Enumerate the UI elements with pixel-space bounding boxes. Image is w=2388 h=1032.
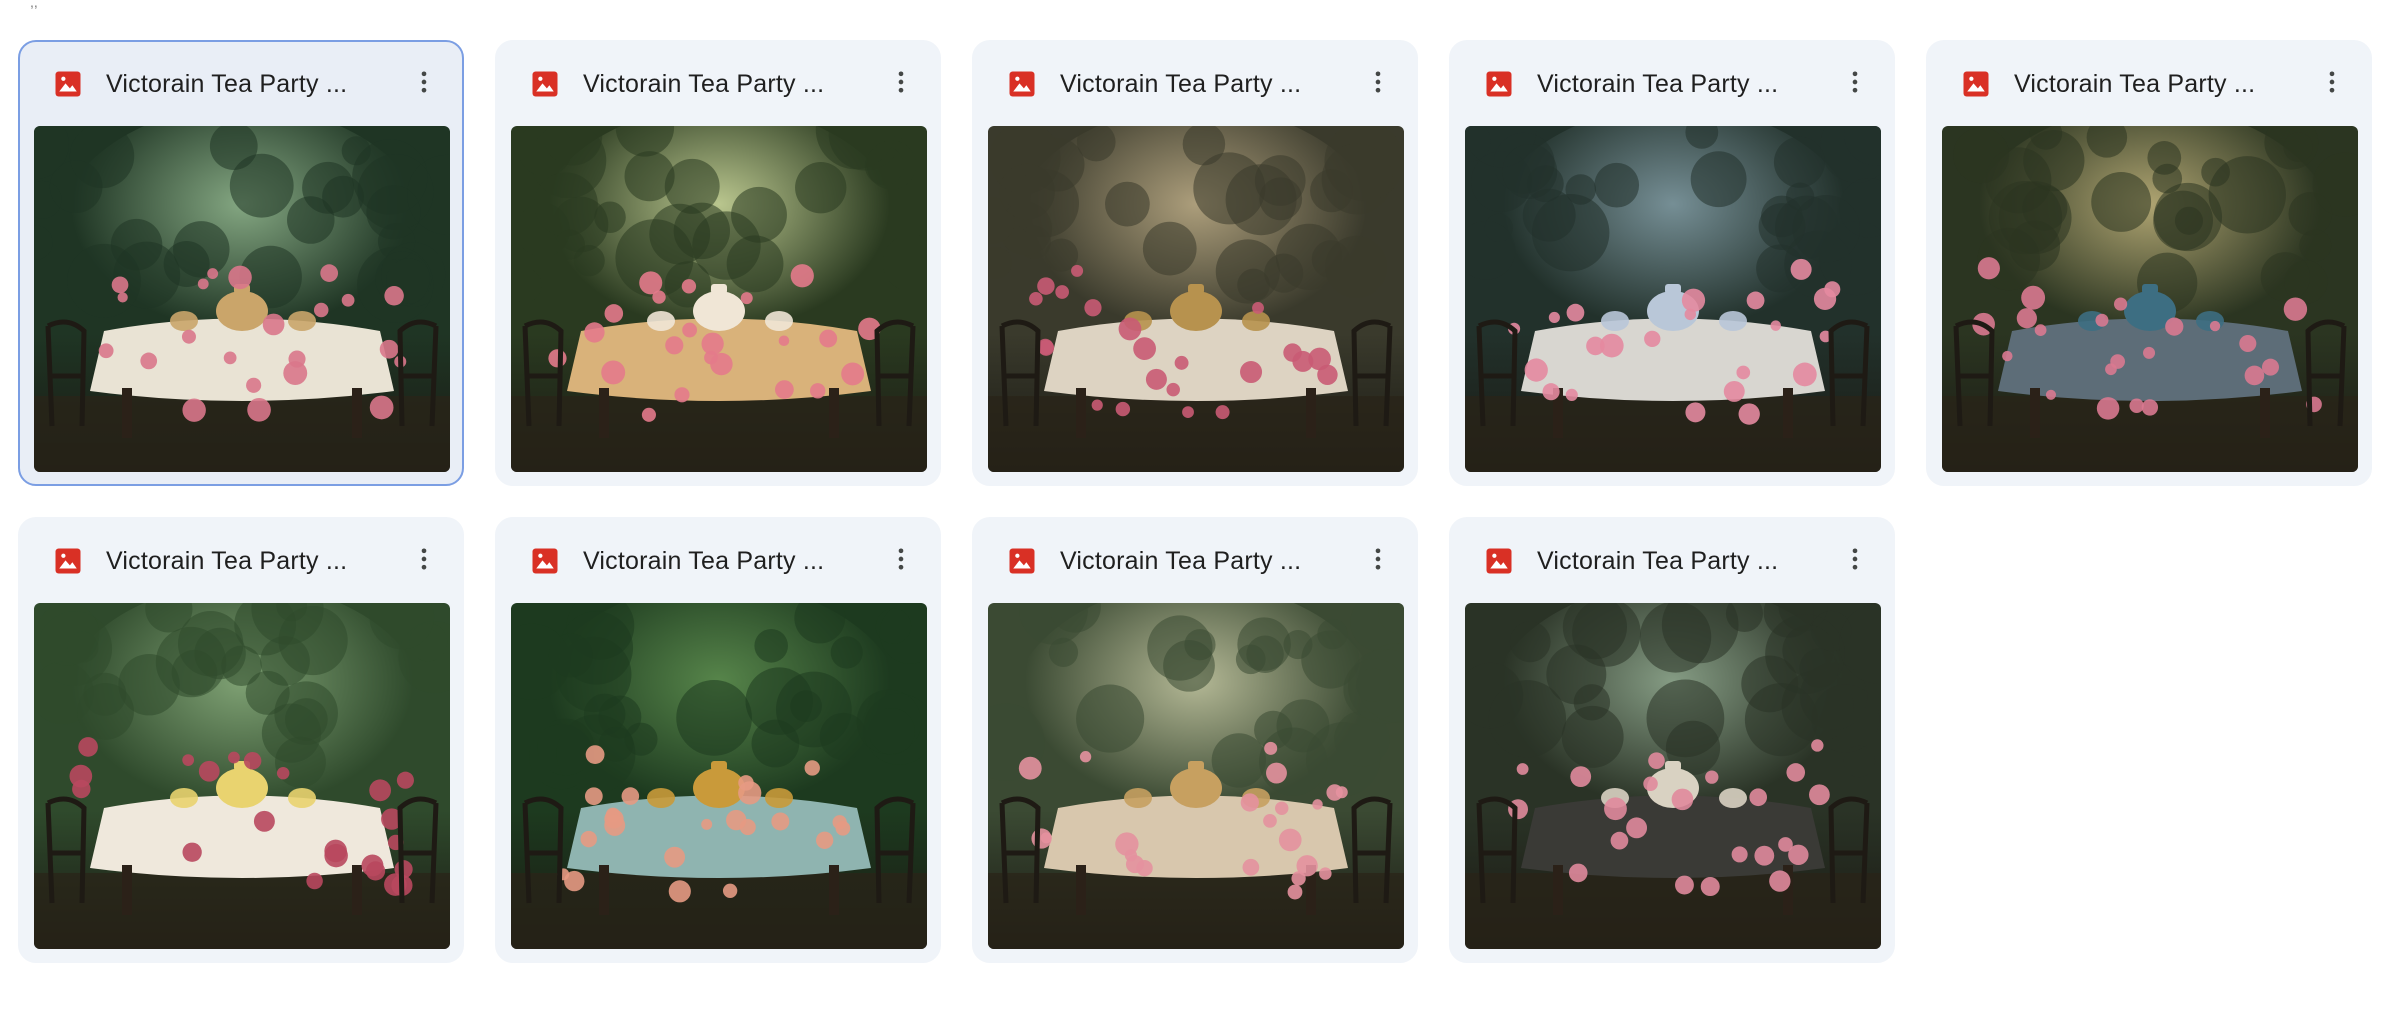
more-vertical-icon — [1841, 68, 1869, 101]
file-thumbnail[interactable] — [34, 603, 450, 949]
more-actions-button[interactable] — [1831, 537, 1879, 585]
file-thumbnail[interactable] — [988, 126, 1404, 472]
file-card[interactable]: Victorain Tea Party ... — [1926, 40, 2372, 486]
file-card-header: Victorain Tea Party ... — [20, 519, 462, 603]
file-thumbnail[interactable] — [511, 126, 927, 472]
file-title[interactable]: Victorain Tea Party ... — [106, 547, 376, 576]
more-actions-button[interactable] — [877, 537, 925, 585]
more-vertical-icon — [2318, 68, 2346, 101]
image-file-icon — [1006, 68, 1038, 100]
more-vertical-icon — [410, 68, 438, 101]
more-actions-button[interactable] — [400, 537, 448, 585]
file-title[interactable]: Victorain Tea Party ... — [1537, 70, 1807, 99]
more-vertical-icon — [1364, 545, 1392, 578]
file-card-header: Victorain Tea Party ... — [20, 42, 462, 126]
file-card-header: Victorain Tea Party ... — [974, 42, 1416, 126]
file-card[interactable]: Victorain Tea Party ... — [18, 40, 464, 486]
more-actions-button[interactable] — [1354, 60, 1402, 108]
file-card-header: Victorain Tea Party ... — [497, 519, 939, 603]
file-grid: Victorain Tea Party ... Victorain Tea Par… — [18, 40, 2372, 963]
file-thumbnail[interactable] — [988, 603, 1404, 949]
file-title[interactable]: Victorain Tea Party ... — [1060, 547, 1330, 576]
file-card[interactable]: Victorain Tea Party ... — [1449, 40, 1895, 486]
image-file-icon — [529, 68, 561, 100]
more-actions-button[interactable] — [400, 60, 448, 108]
file-card-header: Victorain Tea Party ... — [1451, 42, 1893, 126]
file-title[interactable]: Victorain Tea Party ... — [1537, 547, 1807, 576]
file-thumbnail[interactable] — [1942, 126, 2358, 472]
more-vertical-icon — [887, 68, 915, 101]
file-card[interactable]: Victorain Tea Party ... — [495, 40, 941, 486]
file-title[interactable]: Victorain Tea Party ... — [583, 70, 853, 99]
file-card-header: Victorain Tea Party ... — [1451, 519, 1893, 603]
file-thumbnail[interactable] — [34, 126, 450, 472]
image-file-icon — [1006, 545, 1038, 577]
image-file-icon — [1483, 545, 1515, 577]
file-title[interactable]: Victorain Tea Party ... — [2014, 70, 2284, 99]
image-file-icon — [1960, 68, 1992, 100]
file-thumbnail[interactable] — [511, 603, 927, 949]
more-vertical-icon — [410, 545, 438, 578]
clipped-header-glyph: ,, — [30, 0, 38, 10]
more-vertical-icon — [1364, 68, 1392, 101]
file-card-header: Victorain Tea Party ... — [1928, 42, 2370, 126]
file-card[interactable]: Victorain Tea Party ... — [1449, 517, 1895, 963]
file-card[interactable]: Victorain Tea Party ... — [495, 517, 941, 963]
file-card[interactable]: Victorain Tea Party ... — [18, 517, 464, 963]
file-title[interactable]: Victorain Tea Party ... — [583, 547, 853, 576]
file-title[interactable]: Victorain Tea Party ... — [1060, 70, 1330, 99]
file-card[interactable]: Victorain Tea Party ... — [972, 40, 1418, 486]
file-card[interactable]: Victorain Tea Party ... — [972, 517, 1418, 963]
file-card-header: Victorain Tea Party ... — [497, 42, 939, 126]
file-thumbnail[interactable] — [1465, 126, 1881, 472]
file-card-header: Victorain Tea Party ... — [974, 519, 1416, 603]
image-file-icon — [52, 545, 84, 577]
more-actions-button[interactable] — [877, 60, 925, 108]
file-thumbnail[interactable] — [1465, 603, 1881, 949]
image-file-icon — [1483, 68, 1515, 100]
more-actions-button[interactable] — [1831, 60, 1879, 108]
more-actions-button[interactable] — [2308, 60, 2356, 108]
file-title[interactable]: Victorain Tea Party ... — [106, 70, 376, 99]
more-vertical-icon — [1841, 545, 1869, 578]
image-file-icon — [52, 68, 84, 100]
more-vertical-icon — [887, 545, 915, 578]
more-actions-button[interactable] — [1354, 537, 1402, 585]
image-file-icon — [529, 545, 561, 577]
